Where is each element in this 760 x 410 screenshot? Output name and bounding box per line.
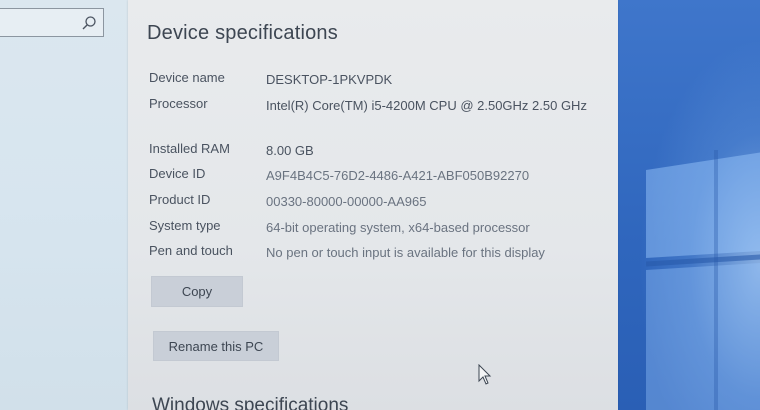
windows-specifications-heading: Windows specifications <box>152 395 349 410</box>
search-icon[interactable] <box>81 15 97 31</box>
spec-value: 8.00 GB <box>266 143 314 158</box>
mouse-cursor-icon <box>478 364 492 385</box>
search-input[interactable] <box>0 8 104 37</box>
spec-label: Product ID <box>149 192 211 207</box>
desktop-background <box>618 0 760 410</box>
spec-label: System type <box>149 218 221 233</box>
spec-value: No pen or touch input is available for t… <box>266 245 545 260</box>
spec-value: 64-bit operating system, x64-based proce… <box>266 220 530 235</box>
windows-logo-icon <box>646 150 760 410</box>
spec-value: Intel(R) Core(TM) i5-4200M CPU @ 2.50GHz… <box>266 98 587 113</box>
spec-value: A9F4B4C5-76D2-4486-A421-ABF050B92270 <box>266 168 530 183</box>
screen: Device specifications Device name DESKTO… <box>0 0 760 410</box>
rename-this-pc-button[interactable]: Rename this PC <box>153 331 279 361</box>
spec-value: 00330-80000-00000-AA965 <box>266 194 427 209</box>
spec-label: Installed RAM <box>149 141 230 156</box>
copy-button[interactable]: Copy <box>151 276 243 307</box>
settings-sidebar <box>0 0 128 410</box>
spec-label: Processor <box>149 96 208 111</box>
spec-label: Device ID <box>149 166 206 181</box>
device-specifications-heading: Device specifications <box>147 22 338 44</box>
about-panel: Device specifications Device name DESKTO… <box>128 0 618 410</box>
spec-value: DESKTOP-1PKVPDK <box>266 72 393 87</box>
spec-label: Device name <box>149 70 225 85</box>
spec-label: Pen and touch <box>149 243 233 258</box>
